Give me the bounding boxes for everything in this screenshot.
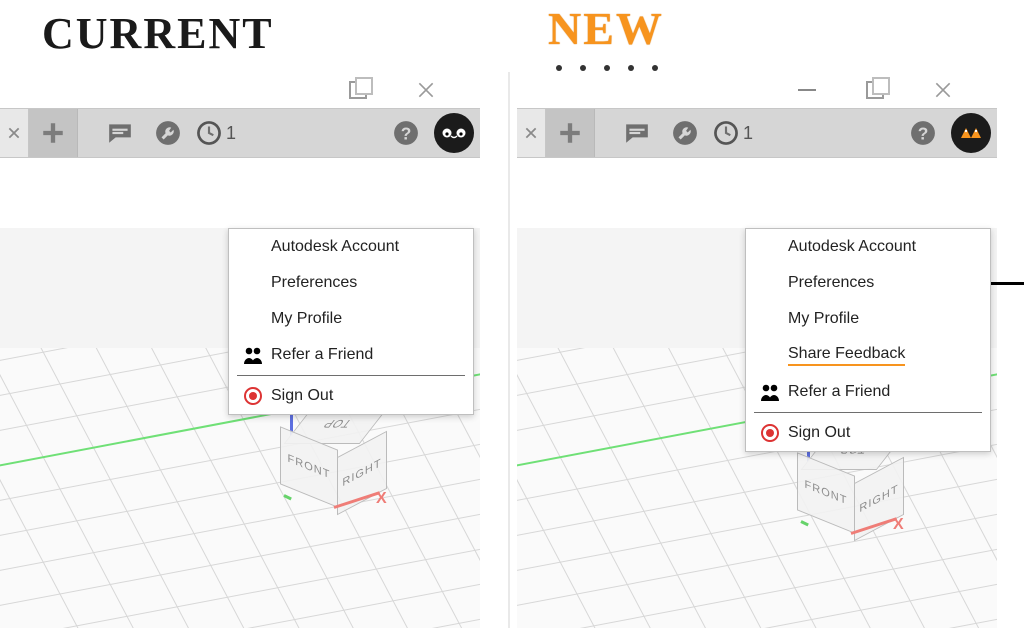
menu-autodesk-account[interactable]: Autodesk Account bbox=[746, 229, 990, 265]
help-icon[interactable]: ? bbox=[382, 109, 430, 157]
wrench-icon[interactable] bbox=[144, 109, 192, 157]
account-menu: Autodesk Account Preferences My Profile … bbox=[228, 228, 474, 415]
menu-my-profile[interactable]: My Profile bbox=[229, 301, 473, 337]
window-close-button[interactable] bbox=[933, 80, 953, 100]
menu-sign-out[interactable]: Sign Out bbox=[746, 415, 990, 451]
menu-autodesk-account[interactable]: Autodesk Account bbox=[229, 229, 473, 265]
close-tab-button[interactable] bbox=[517, 109, 546, 157]
people-icon bbox=[760, 382, 780, 402]
menu-sign-out[interactable]: Sign Out bbox=[229, 378, 473, 414]
account-avatar-button[interactable] bbox=[951, 113, 991, 153]
people-icon bbox=[243, 345, 263, 365]
window-close-button[interactable] bbox=[416, 80, 436, 100]
comments-icon[interactable] bbox=[613, 109, 661, 157]
close-tab-button[interactable] bbox=[0, 109, 29, 157]
menu-refer-friend[interactable]: Refer a Friend bbox=[229, 337, 473, 373]
toolbar: 1 ? bbox=[517, 108, 997, 158]
menu-preferences[interactable]: Preferences bbox=[746, 265, 990, 301]
menu-refer-friend[interactable]: Refer a Friend bbox=[746, 374, 990, 410]
window-controls bbox=[517, 72, 997, 108]
menu-preferences[interactable]: Preferences bbox=[229, 265, 473, 301]
help-icon[interactable]: ? bbox=[899, 109, 947, 157]
toolbar: 1 ? bbox=[0, 108, 480, 158]
axis-x-label: X bbox=[376, 490, 387, 508]
maximize-button[interactable] bbox=[865, 80, 885, 100]
menu-share-feedback[interactable]: Share Feedback bbox=[746, 337, 990, 374]
panel-divider bbox=[508, 72, 510, 628]
new-tab-button[interactable] bbox=[546, 109, 595, 157]
notification-count: 1 bbox=[743, 123, 753, 144]
axis-y bbox=[800, 520, 809, 526]
minimize-button[interactable] bbox=[797, 80, 817, 100]
window-controls bbox=[0, 72, 480, 108]
menu-my-profile[interactable]: My Profile bbox=[746, 301, 990, 337]
account-menu: Autodesk Account Preferences My Profile … bbox=[745, 228, 991, 452]
panel-new: 1 ? bbox=[517, 72, 997, 628]
new-tab-button[interactable] bbox=[29, 109, 78, 157]
account-avatar-button[interactable] bbox=[434, 113, 474, 153]
axis-x-label: X bbox=[893, 516, 904, 534]
svg-text:?: ? bbox=[401, 124, 412, 144]
job-status-button[interactable]: 1 bbox=[192, 109, 240, 157]
signout-icon bbox=[760, 423, 780, 443]
panel-current: 1 ? bbox=[0, 72, 480, 628]
wrench-icon[interactable] bbox=[661, 109, 709, 157]
axis-y bbox=[283, 494, 292, 500]
label-new: NEW bbox=[548, 2, 664, 55]
comments-icon[interactable] bbox=[96, 109, 144, 157]
label-current: CURRENT bbox=[42, 8, 274, 59]
svg-text:?: ? bbox=[918, 124, 929, 144]
maximize-button[interactable] bbox=[348, 80, 368, 100]
signout-icon bbox=[243, 386, 263, 406]
job-status-button[interactable]: 1 bbox=[709, 109, 757, 157]
notification-count: 1 bbox=[226, 123, 236, 144]
